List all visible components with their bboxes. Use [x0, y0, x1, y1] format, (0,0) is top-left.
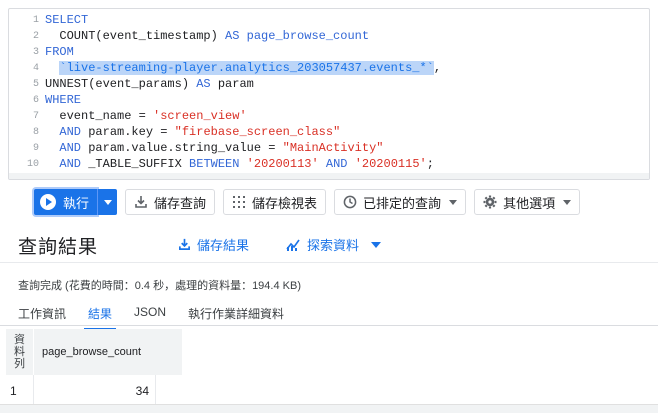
row-number-header: 資料列 — [6, 329, 34, 375]
code-text: SELECT — [45, 13, 89, 27]
chevron-down-icon — [449, 199, 458, 205]
scheduled-query-button[interactable]: 已排定的查詢 — [334, 189, 467, 215]
query-editor[interactable]: 1 SELECT 2 COUNT(event_timestamp) AS page_… — [8, 8, 650, 180]
code-line[interactable]: 7 event_name = 'screen_view' — [9, 108, 649, 124]
line-number: 10 — [26, 158, 39, 170]
table-row: 1 34 — [6, 375, 182, 407]
gear-icon — [483, 195, 497, 209]
save-query-button[interactable]: 儲存查詢 — [125, 189, 216, 215]
run-button[interactable]: 執行 — [34, 189, 98, 215]
code-line[interactable]: 9 AND param.value.string_value = "MainAc… — [9, 140, 649, 156]
more-options-button[interactable]: 其他選項 — [474, 189, 581, 215]
code-line[interactable]: 10 AND _TABLE_SUFFIX BETWEEN '20200113' … — [9, 156, 649, 172]
download-icon — [179, 238, 190, 250]
code-line[interactable]: 1 SELECT — [9, 12, 649, 28]
chevron-down-icon — [563, 199, 572, 205]
more-options-label: 其他選項 — [503, 195, 556, 211]
tabs-divider — [0, 325, 658, 326]
code-line[interactable]: 5 UNNEST(event_params) AS param — [9, 76, 649, 92]
save-results-label: 儲存結果 — [197, 238, 250, 253]
query-toolbar: 執行 儲存查詢 儲存檢視表 已排定的查詢 其他選項 — [34, 189, 581, 215]
code-text: COUNT(event_timestamp) AS page_browse_co… — [45, 29, 370, 43]
line-number: 8 — [32, 126, 39, 138]
editor-scrollbar[interactable] — [9, 173, 649, 179]
code-text: AND _TABLE_SUFFIX BETWEEN '20200113' AND… — [59, 157, 434, 171]
code-text: UNNEST(event_params) AS param — [45, 77, 254, 91]
code-text: FROM — [45, 45, 74, 59]
code-line[interactable]: 8 AND param.key = "firebase_screen_class… — [9, 124, 649, 140]
query-status: 查詢完成 (花費的時間：0.4 秒，處理的資料量：194.4 KB) — [18, 280, 301, 292]
row-number: 1 — [6, 375, 34, 406]
line-number: 5 — [32, 78, 39, 90]
code-line[interactable]: 4 `live-streaming-player.analytics_20305… — [9, 60, 649, 76]
divider — [0, 262, 658, 263]
run-dropdown-button[interactable] — [97, 189, 118, 215]
grid-icon — [233, 196, 246, 208]
row-header-char: 資 — [14, 334, 25, 346]
explore-data-label: 探索資料 — [307, 238, 360, 253]
save-results-button[interactable]: 儲存結果 — [178, 235, 249, 254]
code-text: event_name = 'screen_view' — [45, 109, 247, 123]
scheduled-query-label: 已排定的查詢 — [363, 195, 442, 211]
row-header-char: 列 — [14, 358, 25, 370]
code-text: AND param.key = "firebase_screen_class" — [59, 125, 341, 139]
line-number: 3 — [32, 46, 39, 58]
line-number: 9 — [32, 142, 39, 154]
explore-data-button[interactable]: 探索資料 — [286, 235, 382, 254]
clock-icon — [343, 195, 357, 209]
save-query-label: 儲存查詢 — [154, 195, 207, 211]
line-number: 1 — [32, 14, 39, 26]
play-icon — [40, 194, 56, 210]
tab-3[interactable]: 執行作業詳細資料 — [188, 305, 284, 325]
code-line[interactable]: 6 WHERE — [9, 92, 649, 108]
chevron-down-icon — [371, 241, 382, 248]
tab-1[interactable]: 結果 — [84, 305, 117, 330]
run-split-button: 執行 — [34, 189, 118, 215]
code-text: AND param.value.string_value = "MainActi… — [59, 141, 384, 155]
tab-0[interactable]: 工作資訊 — [18, 305, 66, 325]
line-number: 2 — [32, 30, 39, 42]
code-line[interactable]: 3 FROM — [9, 44, 649, 60]
save-view-button[interactable]: 儲存檢視表 — [223, 189, 327, 215]
code-line[interactable]: 2 COUNT(event_timestamp) AS page_browse_… — [9, 28, 649, 44]
run-label: 執行 — [63, 195, 90, 211]
code-text: WHERE — [45, 93, 82, 107]
tab-2[interactable]: JSON — [134, 305, 166, 325]
results-table: 資料列 page_browse_count 1 34 — [6, 329, 182, 407]
column-header: page_browse_count — [42, 346, 142, 358]
table-header: 資料列 page_browse_count — [6, 329, 182, 375]
line-number: 4 — [32, 62, 39, 74]
results-title: 查詢結果 — [18, 237, 99, 258]
table-cell: 34 — [34, 375, 156, 406]
code-text: `live-streaming-player.analytics_2030574… — [59, 61, 442, 75]
horizontal-scrollbar[interactable] — [0, 404, 658, 413]
results-tabs: 工作資訊 結果 JSON 執行作業詳細資料 — [18, 305, 284, 330]
line-number: 7 — [32, 110, 39, 122]
row-header-char: 料 — [14, 346, 25, 358]
chart-icon — [286, 239, 300, 251]
line-number: 6 — [32, 94, 39, 106]
download-icon — [135, 196, 147, 208]
save-view-label: 儲存檢視表 — [252, 195, 318, 211]
